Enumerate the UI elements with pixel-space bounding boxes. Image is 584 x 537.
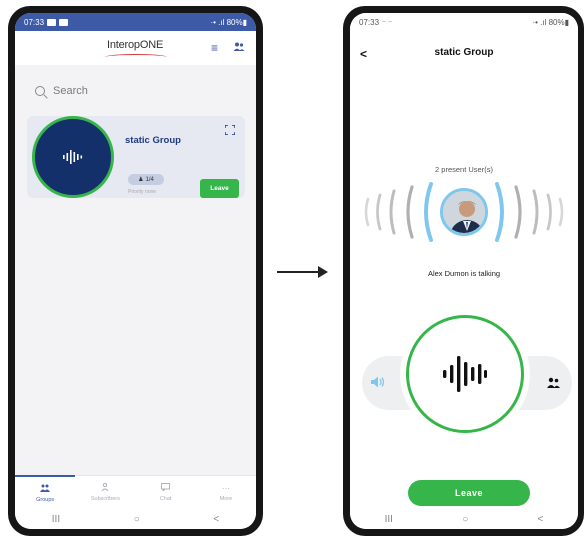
tab-groups[interactable]: Groups xyxy=(15,475,76,509)
back-button[interactable]: < xyxy=(213,514,219,525)
phone-groups-screen: 07:33 ·• .ıl 80%▮ InteropONE ≡ Search st… xyxy=(8,6,263,536)
audio-wave-icon xyxy=(443,356,487,392)
member-count-badge: ♟ 1/4 xyxy=(128,174,164,185)
subscribers-icon xyxy=(101,482,110,493)
logo-swoosh xyxy=(105,54,167,60)
tab-label: More xyxy=(219,495,233,502)
leave-button[interactable]: Leave xyxy=(200,179,239,198)
status-time: 07:33 xyxy=(24,17,45,27)
system-nav-bar: III ○ < xyxy=(350,509,578,529)
recents-button[interactable]: III xyxy=(385,514,393,525)
app-logo: InteropONE xyxy=(107,39,164,51)
group-talk-screen: 07:33 ~ ~ ·• .ıl 80%▮ < static Group 2 p… xyxy=(350,13,578,529)
tab-chat[interactable]: Chat xyxy=(136,476,196,509)
back-button[interactable]: < xyxy=(538,514,544,525)
search-input[interactable]: Search xyxy=(53,85,88,97)
leave-button[interactable]: Leave xyxy=(408,480,530,506)
avatar xyxy=(440,188,488,236)
more-icon: ··· xyxy=(221,483,230,493)
tab-more[interactable]: ··· More xyxy=(196,476,256,509)
people-settings-icon[interactable] xyxy=(233,41,245,56)
notification-icon xyxy=(47,18,57,26)
flow-arrow-line xyxy=(277,271,321,273)
status-battery: ·• .ıl 80%▮ xyxy=(210,17,247,27)
person-icon: ♟ xyxy=(138,177,144,183)
audio-wave-icon xyxy=(63,150,83,164)
present-users-count: 2 present User(s) xyxy=(435,165,493,174)
status-bar: 07:33 ·• .ıl 80%▮ xyxy=(15,13,256,31)
phone-group-talk-screen: 07:33 ~ ~ ·• .ıl 80%▮ < static Group 2 p… xyxy=(343,6,584,536)
group-title: static Group xyxy=(125,135,181,146)
system-nav-bar: III ○ < xyxy=(15,509,256,529)
search-icon xyxy=(35,86,45,96)
home-button[interactable]: ○ xyxy=(462,514,468,525)
status-bar: 07:33 ~ ~ ·• .ıl 80%▮ xyxy=(350,13,578,31)
status-time: 07:33 xyxy=(359,17,380,27)
home-button[interactable]: ○ xyxy=(134,514,140,525)
speaker-icon[interactable] xyxy=(371,375,385,393)
groups-icon xyxy=(40,484,51,494)
search-bar[interactable]: Search xyxy=(25,79,245,103)
member-count: 1/4 xyxy=(145,176,154,183)
tab-label: Subscribers xyxy=(90,496,120,502)
tab-label: Chat xyxy=(159,496,172,502)
chat-icon xyxy=(161,483,171,493)
app-header: InteropONE ≡ xyxy=(15,31,256,65)
talking-status: Alex Dumon is talking xyxy=(427,269,501,278)
groups-screen: 07:33 ·• .ıl 80%▮ InteropONE ≡ Search st… xyxy=(15,13,256,529)
push-to-talk-button[interactable] xyxy=(406,315,524,433)
notification-icon: ~ ~ xyxy=(382,18,393,26)
flow-arrow-head xyxy=(318,266,328,278)
recents-button[interactable]: III xyxy=(52,514,60,525)
tab-subscribers[interactable]: Subscribers xyxy=(75,476,135,509)
bottom-nav: Groups Subscribers Chat ··· More xyxy=(15,475,256,509)
tab-label: Groups xyxy=(36,496,55,503)
group-ptt-button[interactable] xyxy=(32,116,114,198)
participants-icon[interactable] xyxy=(547,375,560,393)
filter-list-icon[interactable]: ≡ xyxy=(211,41,218,55)
page-title: static Group xyxy=(434,47,494,58)
notification-icon xyxy=(59,18,69,26)
expand-icon[interactable] xyxy=(225,125,235,135)
status-battery: ·• .ıl 80%▮ xyxy=(532,17,569,27)
group-priority: Priority none xyxy=(128,189,157,195)
